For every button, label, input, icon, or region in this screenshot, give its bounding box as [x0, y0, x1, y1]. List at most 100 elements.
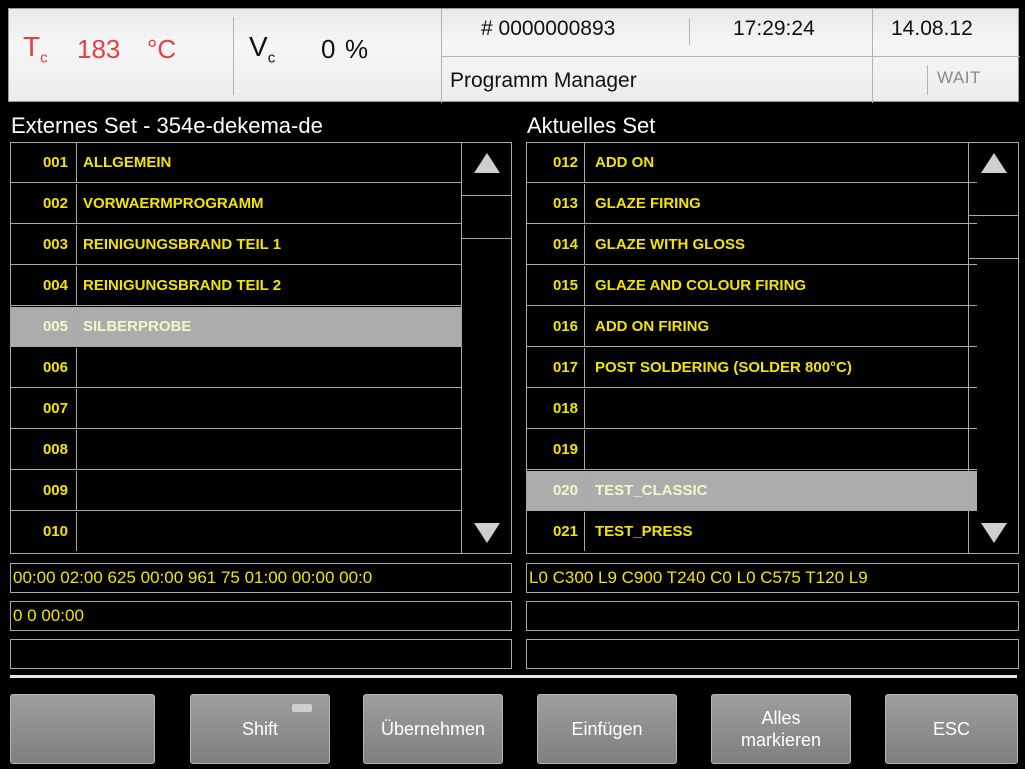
uebernehmen-button[interactable]: Übernehmen	[363, 694, 503, 764]
current-set-heading: Aktuelles Set	[527, 113, 656, 138]
esc-button[interactable]: ESC	[885, 694, 1018, 764]
program-name-cell: GLAZE WITH GLOSS	[595, 236, 745, 253]
current-program-details	[526, 601, 1019, 631]
program-row[interactable]: 013 GLAZE FIRING	[527, 184, 977, 224]
status-indicator: WAIT	[937, 68, 981, 87]
program-row[interactable]: 019	[527, 430, 977, 470]
divider	[927, 65, 928, 95]
triangle-up-icon	[474, 153, 500, 173]
scroll-up-button[interactable]	[462, 143, 511, 183]
program-row[interactable]: 006	[11, 348, 461, 388]
program-row[interactable]: 010	[11, 512, 461, 552]
program-name-cell: GLAZE FIRING	[595, 195, 701, 212]
triangle-down-icon	[981, 523, 1007, 543]
right-scrollbar[interactable]	[968, 143, 1018, 553]
program-name-cell: ADD ON FIRING	[595, 318, 710, 335]
program-row[interactable]: 017 POST SOLDERING (SOLDER 800°C)	[527, 348, 977, 388]
program-name-cell: VORWAERMPROGRAMM	[83, 195, 264, 212]
program-number-cell: 014	[527, 225, 585, 264]
program-row[interactable]: 009	[11, 471, 461, 511]
program-name-cell: POST SOLDERING (SOLDER 800°C)	[595, 359, 852, 376]
program-row[interactable]: 018	[527, 389, 977, 429]
program-number-cell: 009	[11, 471, 77, 510]
program-number-cell: 013	[527, 184, 585, 223]
external-program-parameters: 00:00 02:00 625 00:00 961 75 01:00 00:00…	[10, 563, 512, 593]
program-row[interactable]: 021 TEST_PRESS	[527, 512, 977, 552]
program-number-cell: 001	[11, 143, 77, 182]
triangle-down-icon	[474, 523, 500, 543]
program-number-cell: 015	[527, 266, 585, 305]
current-set-list: 012 ADD ON 013 GLAZE FIRING 014 GLAZE WITH …	[526, 142, 1019, 554]
program-number-cell: 008	[11, 430, 77, 469]
current-program-extra	[526, 639, 1019, 669]
program-name-cell: TEST_PRESS	[595, 523, 693, 540]
module-title: Programm Manager	[450, 69, 637, 92]
date: 14.08.12	[891, 17, 973, 40]
scroll-down-button[interactable]	[969, 513, 1018, 553]
shift-indicator-icon	[292, 704, 312, 712]
external-set-heading: Externes Set - 354e-dekema-de	[11, 113, 323, 138]
divider	[233, 17, 234, 95]
temperature-label: Tc	[23, 31, 48, 67]
program-row[interactable]: 012 ADD ON	[527, 143, 977, 183]
triangle-up-icon	[981, 153, 1007, 173]
external-program-details: 0 0 00:00	[10, 601, 512, 631]
program-number-cell: 010	[11, 512, 77, 551]
program-number-cell: 012	[527, 143, 585, 182]
clock: 17:29:24	[733, 17, 815, 40]
program-number-cell: 018	[527, 389, 585, 428]
program-row[interactable]: 008	[11, 430, 461, 470]
scroll-up-button[interactable]	[969, 143, 1018, 183]
program-number-cell: 002	[11, 184, 77, 223]
vacuum-value: 0	[321, 34, 336, 64]
program-number-cell: 004	[11, 266, 77, 305]
blank-button[interactable]	[10, 694, 155, 764]
program-name-cell: ADD ON	[595, 154, 655, 171]
program-number-cell: 016	[527, 307, 585, 346]
program-number-cell: 007	[11, 389, 77, 428]
program-number-cell: 019	[527, 430, 585, 469]
program-name-cell: SILBERPROBE	[83, 318, 192, 335]
shift-button-label: Shift	[241, 719, 279, 739]
program-number-cell: 005	[11, 307, 77, 346]
program-row[interactable]: 015 GLAZE AND COLOUR FIRING	[527, 266, 977, 306]
bottom-divider	[10, 675, 1017, 678]
program-row[interactable]: 014 GLAZE WITH GLOSS	[527, 225, 977, 265]
vacuum-unit: %	[345, 34, 369, 64]
program-name-cell: GLAZE AND COLOUR FIRING	[595, 277, 807, 294]
program-row[interactable]: 016 ADD ON FIRING	[527, 307, 977, 347]
program-name-cell: TEST_CLASSIC	[595, 482, 708, 499]
scroll-down-button[interactable]	[462, 513, 511, 553]
program-name-cell: ALLGEMEIN	[83, 154, 172, 171]
scroll-thumb[interactable]	[969, 215, 1018, 259]
status-header: Tc 183 °C Vc 0 % # 0000000893 17:29:24 1…	[8, 8, 1020, 103]
program-number-cell: 020	[527, 471, 585, 510]
scroll-thumb[interactable]	[462, 195, 511, 239]
vacuum-label: Vc	[249, 31, 276, 67]
external-set-list: 001 ALLGEMEIN 002 VORWAERMPROGRAMM 003 REIN…	[10, 142, 512, 554]
program-name-cell: REINIGUNGSBRAND TEIL 1	[83, 236, 282, 253]
current-program-parameters: L0 C300 L9 C900 T240 C0 L0 C575 T120 L9	[526, 563, 1019, 593]
program-row[interactable]: 001 ALLGEMEIN	[11, 143, 461, 183]
divider	[689, 19, 690, 45]
program-number-cell: 017	[527, 348, 585, 387]
external-program-extra	[10, 639, 512, 669]
program-number-cell: 006	[11, 348, 77, 387]
einfuegen-button[interactable]: Einfügen	[537, 694, 677, 764]
program-row[interactable]: 004 REINIGUNGSBRAND TEIL 2	[11, 266, 461, 306]
alles-markieren-label-line2: markieren	[740, 730, 822, 750]
program-row-selected[interactable]: 020 TEST_CLASSIC	[527, 471, 977, 511]
program-row[interactable]: 007	[11, 389, 461, 429]
program-number-cell: 003	[11, 225, 77, 264]
left-scrollbar[interactable]	[461, 143, 511, 553]
program-row[interactable]: 003 REINIGUNGSBRAND TEIL 1	[11, 225, 461, 265]
divider	[441, 56, 1020, 57]
temperature-unit: °C	[147, 34, 177, 64]
program-name-cell: REINIGUNGSBRAND TEIL 2	[83, 277, 282, 294]
alles-markieren-button[interactable]: Alles markieren	[711, 694, 851, 764]
program-number-cell: 021	[527, 512, 585, 551]
alles-markieren-label-line1: Alles	[761, 708, 801, 728]
program-row-selected[interactable]: 005 SILBERPROBE	[11, 307, 461, 347]
program-number: # 0000000893	[481, 17, 616, 40]
program-row[interactable]: 002 VORWAERMPROGRAMM	[11, 184, 461, 224]
